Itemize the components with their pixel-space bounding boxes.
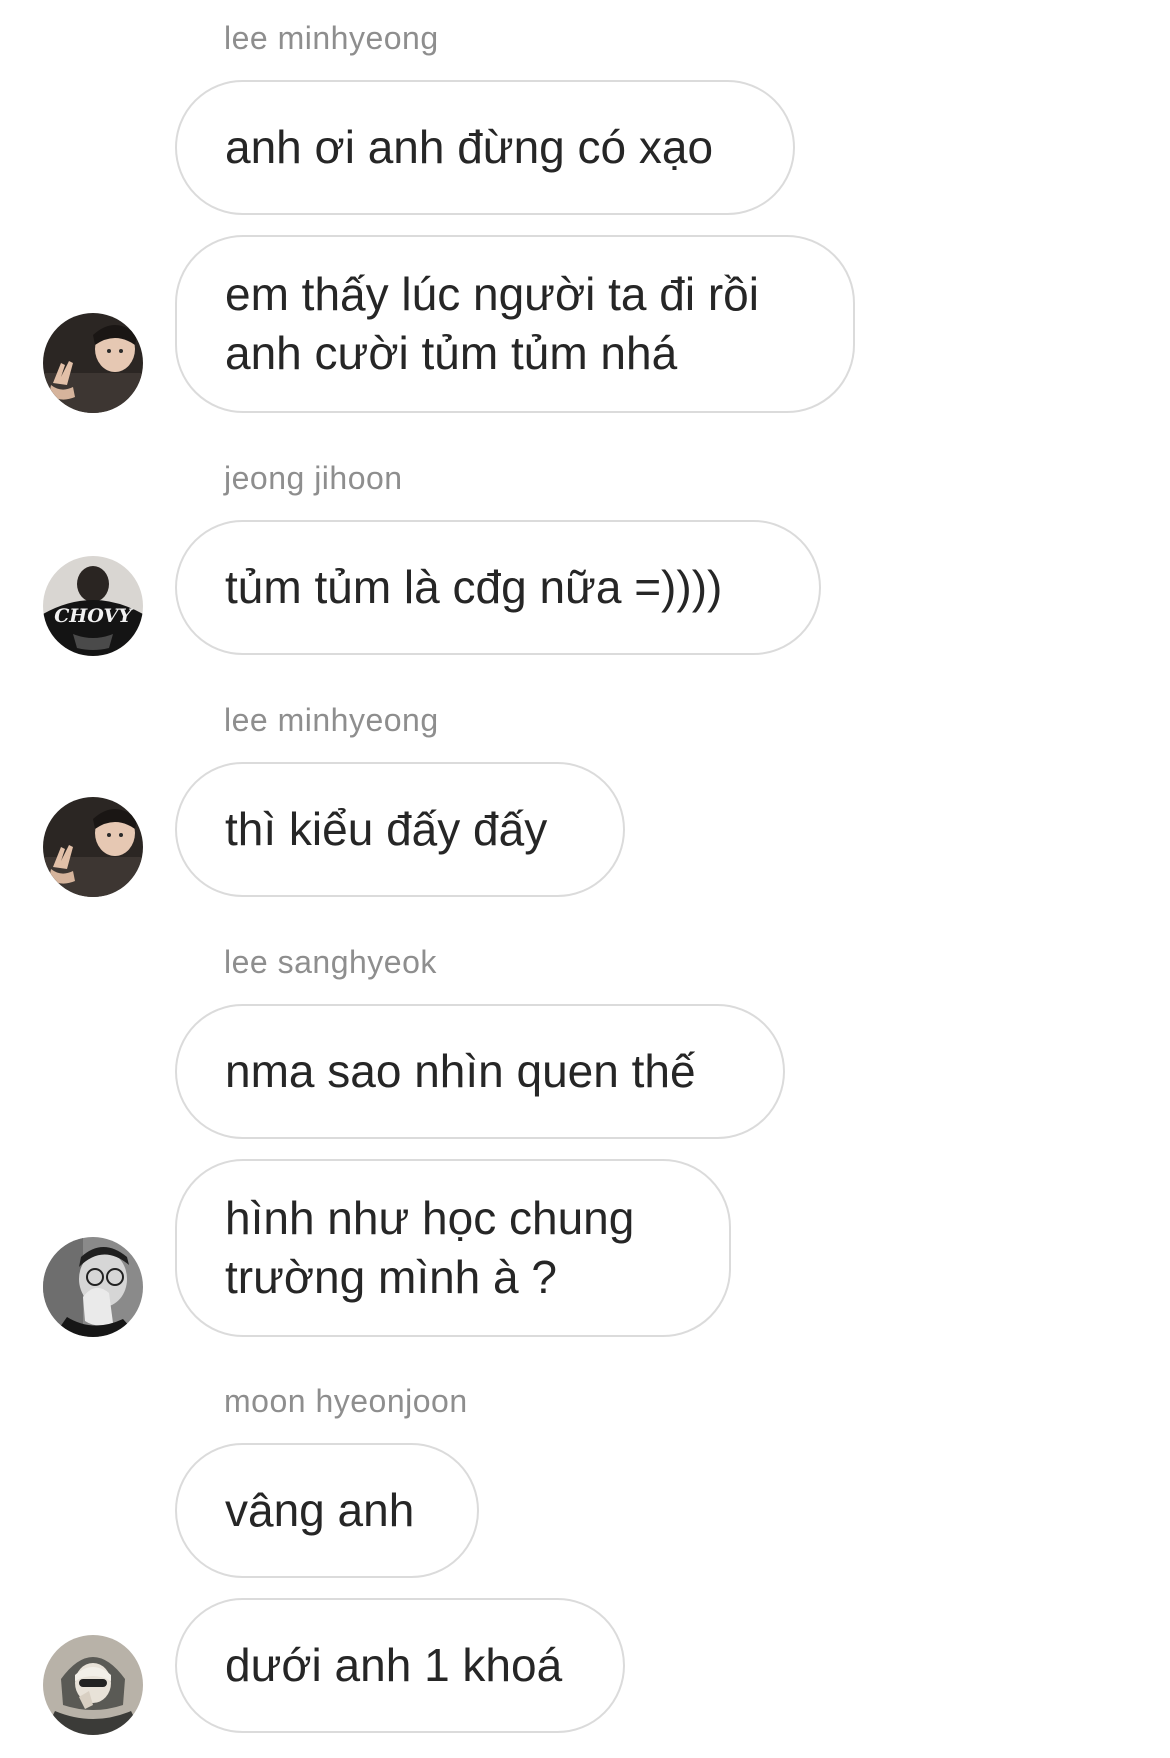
avatar[interactable] [43, 1237, 143, 1337]
message-bubble[interactable]: em thấy lúc người ta đi rồi anh cười tủm… [175, 235, 855, 413]
message-bubble[interactable]: tủm tủm là cđg nữa =)))) [175, 520, 821, 655]
avatar[interactable] [43, 313, 143, 413]
message-text: em thấy lúc người ta đi rồi [225, 268, 759, 320]
profile-photo-icon [43, 1237, 143, 1337]
message-bubble[interactable]: thì kiểu đấy đấy [175, 762, 625, 897]
sender-name: lee sanghyeok [224, 944, 437, 980]
message-text: nma sao nhìn quen thế [225, 1045, 696, 1097]
profile-photo-icon [43, 797, 143, 897]
message-bubble[interactable]: hình như học chung trường mình à ? [175, 1159, 731, 1337]
message-bubble[interactable]: nma sao nhìn quen thế [175, 1004, 785, 1139]
sender-name: lee minhyeong [224, 20, 439, 56]
avatar[interactable]: CHOVY [43, 556, 143, 656]
sender-name: jeong jihoon [224, 460, 403, 496]
sender-name: moon hyeonjoon [224, 1383, 468, 1419]
message-text: hình như học chung [225, 1192, 635, 1244]
profile-photo-icon [43, 313, 143, 413]
message-text: vâng anh [225, 1484, 415, 1536]
message-bubble[interactable]: anh ơi anh đừng có xạo [175, 80, 795, 215]
message-bubble[interactable]: vâng anh [175, 1443, 479, 1578]
message-text: dưới anh 1 khoá [225, 1639, 563, 1691]
message-text: thì kiểu đấy đấy [225, 803, 548, 855]
message-text: trường mình à ? [225, 1251, 557, 1303]
message-text: tủm tủm là cđg nữa =)))) [225, 561, 723, 613]
message-bubble[interactable]: dưới anh 1 khoá [175, 1598, 625, 1733]
avatar[interactable] [43, 797, 143, 897]
sender-name: lee minhyeong [224, 702, 439, 738]
profile-photo-icon: CHOVY [43, 556, 143, 656]
profile-photo-icon [43, 1635, 143, 1735]
avatar[interactable] [43, 1635, 143, 1735]
message-text: anh ơi anh đừng có xạo [225, 121, 714, 173]
shirt-text: CHOVY [54, 605, 134, 627]
message-text: anh cười tủm tủm nhá [225, 327, 678, 379]
